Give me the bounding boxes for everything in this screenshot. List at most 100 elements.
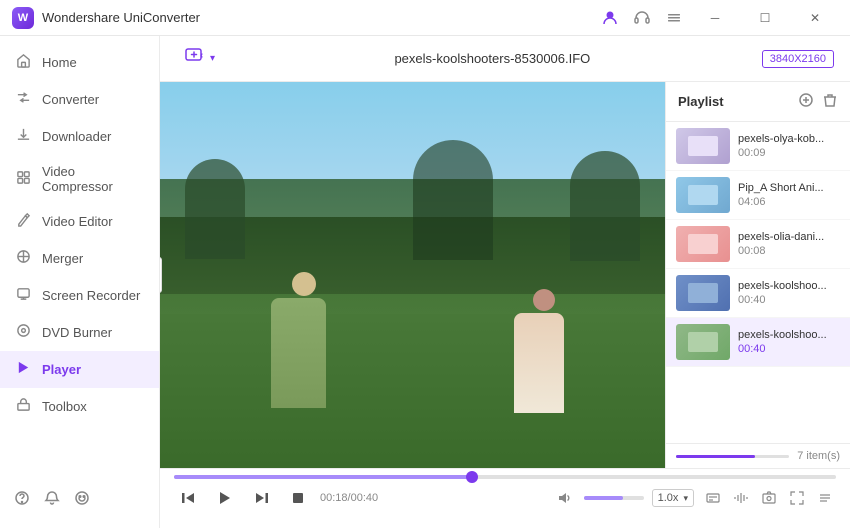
sidebar-label-downloader: Downloader (42, 129, 111, 144)
playlist-item-info-5: pexels-koolshoo... 00:40 (738, 329, 840, 355)
playlist-item-name-1: pexels-olya-kob... (738, 133, 840, 145)
playlist-item-4[interactable]: pexels-koolshoo... 00:40 (666, 269, 850, 318)
content-area: ▾ pexels-koolshooters-8530006.IFO 3840X2… (160, 36, 850, 528)
sidebar-label-merger: Merger (42, 251, 83, 266)
volume-icon[interactable] (550, 484, 578, 512)
progress-fill (174, 475, 472, 479)
volume-area (550, 484, 644, 512)
playlist-item-info-2: Pip_A Short Ani... 04:06 (738, 182, 840, 208)
playlist-panel: Playlist (665, 82, 850, 468)
playlist-count: 7 item(s) (797, 450, 840, 462)
volume-slider[interactable] (584, 496, 644, 500)
toolbox-icon (14, 397, 32, 416)
playlist-thumb-4 (676, 275, 730, 311)
sidebar-item-video-compressor[interactable]: Video Compressor (0, 155, 159, 203)
sidebar-item-home[interactable]: Home (0, 44, 159, 81)
playlist-item-name-5: pexels-koolshoo... (738, 329, 840, 341)
app-title: Wondershare UniConverter (42, 10, 596, 25)
sidebar-item-player[interactable]: Player (0, 351, 159, 388)
playlist-item-info-1: pexels-olya-kob... 00:09 (738, 133, 840, 159)
playlist-footer: 7 item(s) (666, 443, 850, 468)
sidebar: Home Converter Downloader Video Compress… (0, 36, 160, 528)
stop-button[interactable] (284, 484, 312, 512)
sidebar-label-converter: Converter (42, 92, 99, 107)
right-controls (702, 487, 836, 509)
sidebar-item-merger[interactable]: Merger (0, 240, 159, 277)
playlist-thumb-3 (676, 226, 730, 262)
dvd-icon (14, 323, 32, 342)
screen-recorder-icon (14, 286, 32, 305)
sidebar-collapse-button[interactable]: ◀ (160, 257, 162, 293)
sidebar-label-screen-recorder: Screen Recorder (42, 288, 140, 303)
subtitle-icon[interactable] (702, 487, 724, 509)
progress-area (174, 475, 836, 479)
player-section: ◀ Playlist (160, 82, 850, 468)
playlist-item-name-2: Pip_A Short Ani... (738, 182, 840, 194)
playlist-item-info-3: pexels-olia-dani... 00:08 (738, 231, 840, 257)
delete-playlist-icon[interactable] (822, 92, 838, 111)
converter-icon (14, 90, 32, 109)
playlist-progress-bar (676, 455, 789, 458)
user-icon[interactable] (596, 4, 624, 32)
figure-right (514, 289, 574, 429)
sidebar-item-dvd-burner[interactable]: DVD Burner (0, 314, 159, 351)
playlist-items: pexels-olya-kob... 00:09 Pip_A Short Ani… (666, 122, 850, 443)
playlist-item-info-4: pexels-koolshoo... 00:40 (738, 280, 840, 306)
sidebar-item-converter[interactable]: Converter (0, 81, 159, 118)
prev-button[interactable] (174, 484, 202, 512)
help-icon[interactable] (14, 490, 30, 510)
screenshot-icon[interactable] (758, 487, 780, 509)
app-logo: W (12, 7, 34, 29)
compressor-icon (14, 170, 32, 189)
title-bar: W Wondershare UniConverter ─ ☐ ✕ (0, 0, 850, 36)
headphone-icon[interactable] (628, 4, 656, 32)
close-button[interactable]: ✕ (792, 3, 838, 33)
tree-left (185, 159, 245, 259)
figure-left (271, 272, 336, 422)
fullscreen-icon[interactable] (786, 487, 808, 509)
top-toolbar: ▾ pexels-koolshooters-8530006.IFO 3840X2… (160, 36, 850, 82)
feedback-icon[interactable] (74, 490, 90, 510)
add-to-playlist-icon[interactable] (798, 92, 814, 111)
playlist-item-duration-1: 00:09 (738, 147, 840, 159)
play-button[interactable] (210, 483, 240, 513)
notification-icon[interactable] (44, 490, 60, 510)
home-icon (14, 53, 32, 72)
playlist-icon[interactable] (814, 487, 836, 509)
playlist-item-3[interactable]: pexels-olia-dani... 00:08 (666, 220, 850, 269)
main-layout: Home Converter Downloader Video Compress… (0, 36, 850, 528)
playlist-header: Playlist (666, 82, 850, 122)
player-controls: 00:18/00:40 1.0x ▾ (160, 468, 850, 528)
playlist-item-5[interactable]: pexels-koolshoo... 00:40 (666, 318, 850, 367)
menu-icon[interactable] (660, 4, 688, 32)
sidebar-label-player: Player (42, 362, 81, 377)
merger-icon (14, 249, 32, 268)
playlist-item-2[interactable]: Pip_A Short Ani... 04:06 (666, 171, 850, 220)
tree-center (413, 140, 493, 260)
file-name: pexels-koolshooters-8530006.IFO (235, 51, 750, 66)
sidebar-label-home: Home (42, 55, 77, 70)
add-icon (184, 45, 206, 72)
maximize-button[interactable]: ☐ (742, 3, 788, 33)
sidebar-label-editor: Video Editor (42, 214, 113, 229)
title-bar-controls: ─ ☐ ✕ (596, 3, 838, 33)
minimize-button[interactable]: ─ (692, 3, 738, 33)
sidebar-item-screen-recorder[interactable]: Screen Recorder (0, 277, 159, 314)
playlist-controls (798, 92, 838, 111)
sidebar-item-toolbox[interactable]: Toolbox (0, 388, 159, 425)
sidebar-item-video-editor[interactable]: Video Editor (0, 203, 159, 240)
add-media-button[interactable]: ▾ (176, 41, 223, 76)
audio-icon[interactable] (730, 487, 752, 509)
speed-control[interactable]: 1.0x ▾ (652, 489, 694, 507)
playlist-item-duration-5: 00:40 (738, 343, 840, 355)
video-player[interactable]: ◀ (160, 82, 665, 468)
chevron-down-icon: ▾ (210, 53, 215, 64)
playlist-item-duration-2: 04:06 (738, 196, 840, 208)
sidebar-item-downloader[interactable]: Downloader (0, 118, 159, 155)
next-button[interactable] (248, 484, 276, 512)
sidebar-label-toolbox: Toolbox (42, 399, 87, 414)
progress-bar[interactable] (174, 475, 836, 479)
playlist-thumb-1 (676, 128, 730, 164)
playlist-item-duration-3: 00:08 (738, 245, 840, 257)
playlist-item-1[interactable]: pexels-olya-kob... 00:09 (666, 122, 850, 171)
